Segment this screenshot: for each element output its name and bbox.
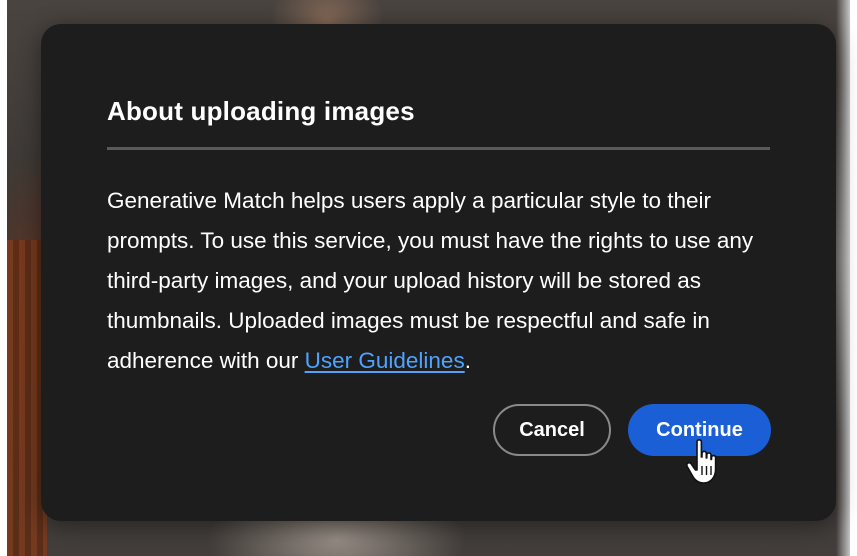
dialog-divider: [107, 147, 770, 150]
upload-info-dialog: About uploading images Generative Match …: [41, 24, 836, 521]
dialog-body-end: .: [464, 348, 471, 373]
background-edge: [836, 0, 850, 556]
cancel-button[interactable]: Cancel: [493, 404, 611, 456]
dialog-title: About uploading images: [107, 96, 415, 126]
dialog-body-text: Generative Match helps users apply a par…: [107, 188, 754, 373]
hand-pointer-icon: [685, 439, 717, 484]
dialog-body: Generative Match helps users apply a par…: [107, 181, 787, 381]
user-guidelines-link[interactable]: User Guidelines: [305, 348, 465, 373]
